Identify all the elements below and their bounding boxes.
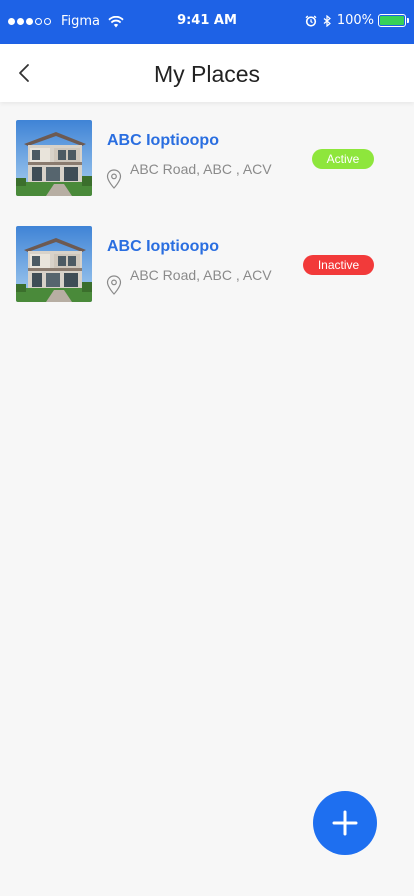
place-address: ABC Road, ABC , ACV (130, 161, 272, 177)
place-list-item[interactable]: ABC Ioptioopo ABC Road, ABC , ACV Inacti… (0, 226, 414, 308)
status-badge: Active (312, 149, 374, 169)
house-thumbnail (16, 226, 92, 302)
status-bar-right: 100% (305, 13, 409, 28)
place-list-item[interactable]: ABC Ioptioopo ABC Road, ABC , ACV Active (0, 120, 414, 202)
battery-icon (378, 14, 409, 27)
battery-percent: 100% (336, 13, 374, 28)
add-place-button[interactable] (313, 791, 377, 855)
page-title: My Places (153, 61, 261, 87)
plus-icon (332, 810, 358, 836)
place-address: ABC Road, ABC , ACV (130, 267, 272, 283)
status-badge: Inactive (303, 255, 374, 275)
location-pin-icon (106, 169, 122, 189)
house-thumbnail (16, 120, 92, 196)
status-bar: Figma 9:41 AM 100% (0, 0, 414, 44)
place-name: ABC Ioptioopo (107, 132, 219, 149)
bluetooth-icon (323, 14, 331, 27)
alarm-icon (305, 15, 317, 27)
location-pin-icon (106, 275, 122, 295)
app-header: My Places (0, 44, 414, 102)
place-name: ABC Ioptioopo (107, 238, 219, 255)
